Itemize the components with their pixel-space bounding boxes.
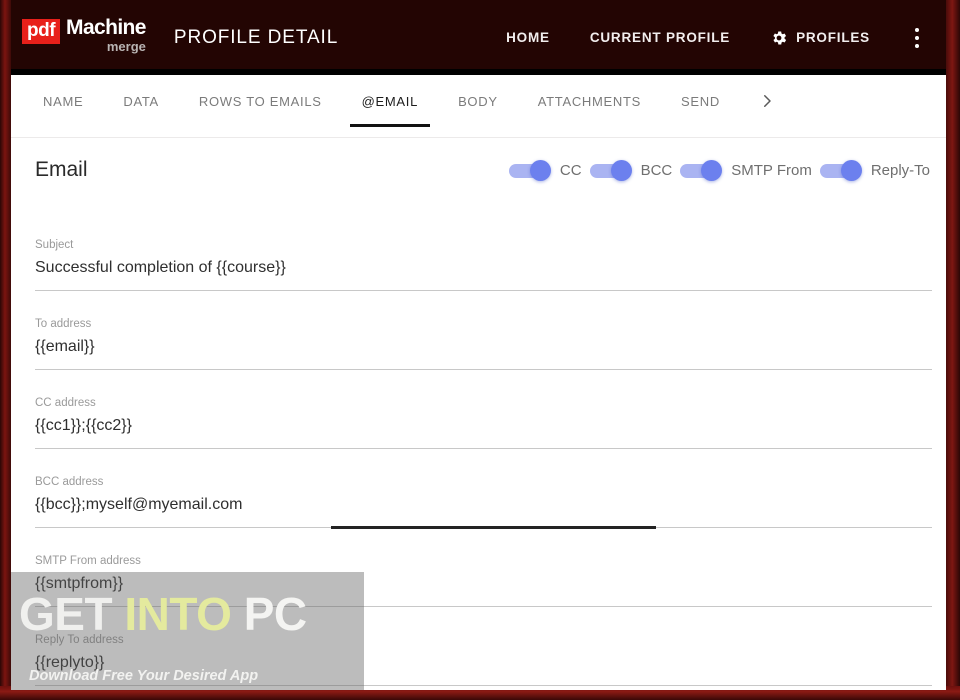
field-reply-to-address[interactable]: Reply To address {{replyto}} — [35, 633, 932, 686]
tab-rows-to-emails[interactable]: ROWS TO EMAILS — [179, 75, 342, 127]
tab-data[interactable]: DATA — [103, 75, 179, 127]
to-address-input[interactable]: {{email}} — [35, 336, 932, 357]
field-label: Reply To address — [35, 634, 124, 646]
field-label: CC address — [35, 397, 96, 409]
toggle-label: BCC — [640, 161, 673, 179]
kebab-dot — [915, 35, 919, 40]
smtp-from-address-input[interactable]: {{smtpfrom}} — [35, 573, 932, 594]
toggle-label: SMTP From — [731, 161, 812, 179]
kebab-menu-icon[interactable] — [898, 18, 936, 58]
tab-bar: NAME DATA ROWS TO EMAILS @EMAIL BODY ATT… — [11, 75, 946, 138]
nav-item-current-profile[interactable]: CURRENT PROFILE — [570, 30, 750, 45]
switch-knob — [610, 159, 632, 181]
bcc-address-input[interactable]: {{bcc}};myself@myemail.com — [35, 494, 932, 515]
toggle-group: CC BCC SMTP From Reply-To — [501, 159, 930, 181]
tab-label: @EMAIL — [361, 93, 419, 109]
tab-email[interactable]: @EMAIL — [342, 75, 438, 127]
field-label: To address — [35, 318, 92, 330]
field-bcc-address[interactable]: BCC address {{bcc}};myself@myemail.com — [35, 475, 932, 529]
tab-label: NAME — [43, 93, 84, 109]
toggle-cc[interactable]: CC — [508, 159, 582, 181]
chevron-right-icon[interactable] — [746, 75, 788, 127]
field-label: SMTP From address — [35, 555, 141, 567]
tab-label: DATA — [123, 93, 159, 109]
field-label: Subject — [35, 239, 74, 251]
toggle-bcc[interactable]: BCC — [589, 159, 673, 181]
nav-item-label: PROFILES — [796, 30, 870, 45]
app-logo[interactable]: pdf Machine merge — [22, 15, 146, 57]
subject-input[interactable]: Successful completion of {{course}} — [35, 257, 932, 278]
toggle-label: CC — [559, 161, 582, 179]
toggle-switch-icon[interactable] — [680, 159, 723, 181]
toggle-switch-icon[interactable] — [819, 159, 862, 181]
primary-navigation: HOME CURRENT PROFILE PROFILES — [486, 0, 946, 75]
reply-to-address-input[interactable]: {{replyto}} — [35, 652, 932, 673]
logo-wordmark: Machine merge — [66, 15, 146, 54]
gear-icon — [770, 29, 788, 47]
tab-attachments[interactable]: ATTACHMENTS — [518, 75, 661, 127]
frame-right-border — [946, 0, 960, 700]
tab-label: ROWS TO EMAILS — [198, 93, 322, 109]
page-title: PROFILE DETAIL — [173, 26, 339, 48]
field-smtp-from-address[interactable]: SMTP From address {{smtpfrom}} — [35, 554, 932, 607]
tab-body[interactable]: BODY — [438, 75, 518, 127]
app-header: pdf Machine merge PROFILE DETAIL HOME CU… — [11, 0, 946, 75]
nav-item-label: CURRENT PROFILE — [589, 30, 731, 45]
toggle-switch-icon[interactable] — [508, 159, 551, 181]
switch-knob — [701, 159, 723, 181]
toggle-label: Reply-To — [870, 161, 930, 179]
field-to-address[interactable]: To address {{email}} — [35, 317, 932, 370]
tab-label: ATTACHMENTS — [537, 93, 641, 109]
email-form: Subject Successful completion of {{cours… — [11, 202, 946, 686]
tab-label: BODY — [458, 93, 498, 109]
kebab-dot — [915, 43, 919, 48]
field-subject[interactable]: Subject Successful completion of {{cours… — [35, 238, 932, 291]
field-cc-address[interactable]: CC address {{cc1}};{{cc2}} — [35, 396, 932, 449]
toggle-smtp-from[interactable]: SMTP From — [680, 159, 812, 181]
switch-knob — [840, 159, 862, 181]
toggle-reply-to[interactable]: Reply-To — [819, 159, 930, 181]
switch-knob — [529, 159, 551, 181]
nav-item-profiles[interactable]: PROFILES — [750, 29, 890, 47]
tab-label: SEND — [681, 93, 720, 109]
logo-merge-text: merge — [106, 38, 146, 54]
nav-item-label: HOME — [506, 30, 550, 45]
logo-pdf-badge: pdf — [22, 18, 61, 44]
field-label: BCC address — [35, 476, 104, 488]
page-frame: pdf Machine merge PROFILE DETAIL HOME CU… — [0, 0, 960, 700]
tab-send[interactable]: SEND — [661, 75, 740, 127]
nav-item-home[interactable]: HOME — [486, 30, 570, 45]
cc-address-input[interactable]: {{cc1}};{{cc2}} — [35, 415, 932, 436]
application-window: pdf Machine merge PROFILE DETAIL HOME CU… — [11, 0, 946, 690]
section-header: Email CC BCC SMTP From Reply-To — [11, 138, 946, 207]
kebab-dot — [915, 27, 919, 32]
logo-machine-text: Machine — [66, 15, 146, 39]
frame-left-border — [0, 0, 11, 700]
tab-name[interactable]: NAME — [23, 75, 103, 127]
section-title: Email — [35, 158, 88, 181]
toggle-switch-icon[interactable] — [589, 159, 632, 181]
